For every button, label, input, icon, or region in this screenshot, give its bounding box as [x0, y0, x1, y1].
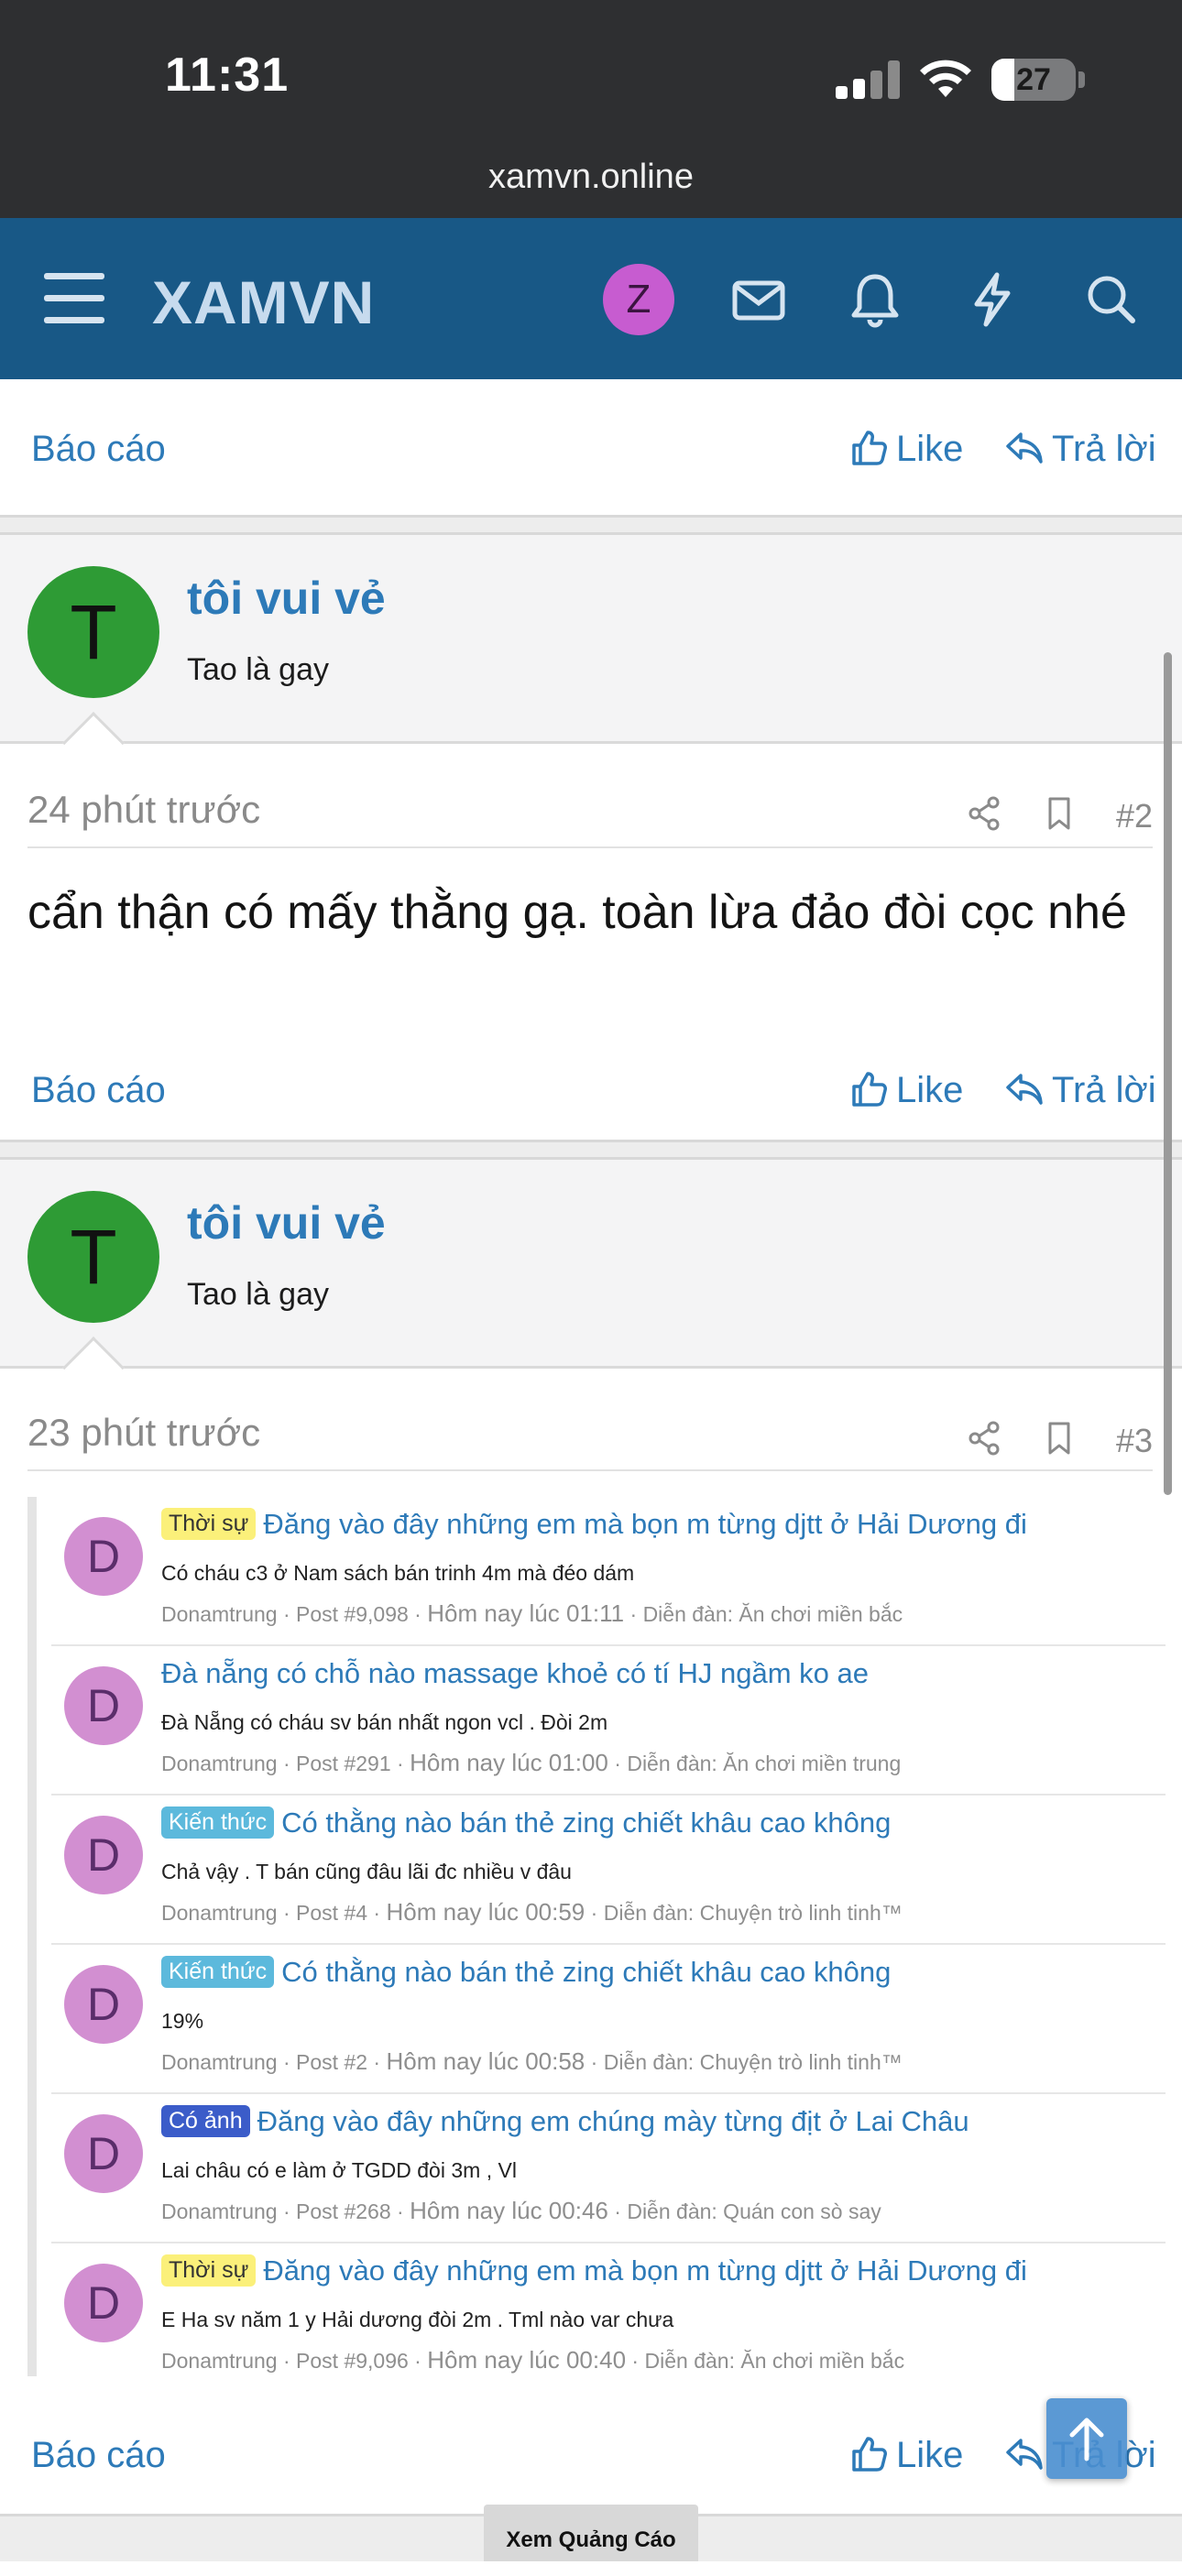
post-snippet: Đà Nẵng có cháu sv bán nhất ngon vcl . Đ… — [161, 1710, 608, 1734]
post-separator — [0, 1140, 1182, 1160]
thread-title[interactable]: Thời sự Đăng vào đây những em mà bọn m từ… — [161, 2254, 1027, 2287]
thumbs-up-icon — [852, 1072, 887, 1107]
clock: 11:31 — [165, 49, 290, 102]
post-actions: Báo cáo Like Trả lời — [31, 1070, 1156, 1111]
post-number[interactable]: #3 — [1116, 1422, 1153, 1460]
list-item[interactable]: D Kiến thức Có thằng nào bán thẻ zing chi… — [51, 1945, 1166, 2094]
list-item[interactable]: D Thời sự Đăng vào đây những em mà bọn m … — [51, 1497, 1166, 1646]
thread-prefix: Kiến thức — [161, 1956, 275, 1988]
list-item[interactable]: D Có ảnh Đăng vào đây những em chúng mày … — [51, 2094, 1166, 2243]
post-snippet: E Ha sv năm 1 y Hải dương đòi 2m . Tml n… — [161, 2308, 674, 2331]
cellular-signal-icon — [836, 60, 900, 99]
thread-title[interactable]: Có ảnh Đăng vào đây những em chúng mày từ… — [161, 2105, 969, 2138]
search-icon[interactable] — [1079, 267, 1144, 332]
post-time[interactable]: 23 phút trước — [27, 1411, 260, 1455]
bell-icon[interactable] — [843, 267, 907, 332]
account-avatar[interactable]: Z — [603, 264, 674, 335]
reply-icon — [1006, 1074, 1043, 1105]
post-actions: Báo cáo Like Trả lời — [31, 2435, 1156, 2476]
member-avatar[interactable]: D — [64, 1816, 143, 1894]
share-icon[interactable] — [964, 793, 1004, 834]
bookmark-icon[interactable] — [1039, 793, 1079, 834]
menu-icon[interactable] — [44, 271, 104, 326]
user-name[interactable]: tôi vui vẻ — [187, 572, 386, 625]
member-avatar[interactable]: D — [64, 1666, 143, 1745]
post-meta: Donamtrung · Post #4 · Hôm nay lúc 00:59… — [161, 1898, 903, 1926]
report-link[interactable]: Báo cáo — [31, 429, 166, 470]
report-link[interactable]: Báo cáo — [31, 1070, 166, 1111]
post-meta: Donamtrung · Post #9,096 · Hôm nay lúc 0… — [161, 2346, 905, 2374]
battery-icon: 27 — [991, 59, 1076, 101]
user-name[interactable]: tôi vui vẻ — [187, 1196, 386, 1250]
thread-prefix: Thời sự — [161, 1508, 257, 1540]
user-title: Tao là gay — [187, 652, 329, 687]
thread-prefix: Thời sự — [161, 2254, 257, 2287]
bookmark-icon[interactable] — [1039, 1418, 1079, 1458]
mail-icon[interactable] — [727, 267, 791, 332]
site-logo[interactable]: XAMVN — [152, 267, 375, 337]
wifi-icon — [920, 60, 971, 97]
user-title: Tao là gay — [187, 1277, 329, 1312]
status-bar: 11:31 27 xamvn.online — [0, 0, 1182, 218]
user-avatar[interactable]: T — [27, 1191, 159, 1323]
thread-title[interactable]: Thời sự Đăng vào đây những em mà bọn m từ… — [161, 1508, 1027, 1541]
address-bar[interactable]: xamvn.online — [0, 158, 1182, 197]
post-snippet: Chả vậy . T bán cũng đâu lãi đc nhiều v … — [161, 1860, 572, 1883]
member-avatar[interactable]: D — [64, 1517, 143, 1596]
thread-title[interactable]: Kiến thức Có thằng nào bán thẻ zing chiết… — [161, 1806, 891, 1839]
list-item[interactable]: D Đà nẵng có chỗ nào massage khoẻ có tí … — [51, 1646, 1166, 1796]
lightning-icon[interactable] — [960, 267, 1024, 332]
thumbs-up-icon — [852, 431, 887, 465]
post-snippet: 19% — [161, 2009, 204, 2033]
embedded-activity-list: D Thời sự Đăng vào đây những em mà bọn m … — [27, 1497, 1166, 2376]
post-body: cẩn thận có mấy thằng gạ. toàn lừa đảo đ… — [27, 886, 1127, 939]
reply-icon — [1006, 432, 1043, 464]
thread-title[interactable]: Kiến thức Có thằng nào bán thẻ zing chiết… — [161, 1956, 891, 1989]
post-user-block: T tôi vui vẻ Tao là gay — [0, 535, 1182, 774]
post-1-footer: Báo cáo Like Trả lời — [0, 379, 1182, 517]
post-actions: Báo cáo Like Trả lời — [31, 429, 1156, 470]
reply-icon — [1006, 2439, 1043, 2470]
post-meta: Donamtrung · Post #9,098 · Hôm nay lúc 0… — [161, 1599, 903, 1627]
post-separator — [0, 515, 1182, 535]
view-ad-button[interactable]: Xem Quảng Cáo — [484, 2505, 698, 2561]
thread-prefix: Kiến thức — [161, 1806, 275, 1839]
post-meta: Donamtrung · Post #268 · Hôm nay lúc 00:… — [161, 2197, 881, 2224]
post-user-block: T tôi vui vẻ Tao là gay — [0, 1160, 1182, 1399]
post-snippet: Lai châu có e làm ở TGDD đòi 3m , Vl — [161, 2158, 517, 2182]
arrow-up-icon — [1069, 2418, 1104, 2461]
thumbs-up-icon — [852, 2437, 887, 2472]
member-avatar[interactable]: D — [64, 1965, 143, 2044]
battery-level: 27 — [1016, 62, 1051, 97]
list-item[interactable]: D Thời sự Đăng vào đây những em mà bọn m … — [51, 2243, 1166, 2393]
list-item[interactable]: D Kiến thức Có thằng nào bán thẻ zing chi… — [51, 1796, 1166, 1945]
user-avatar[interactable]: T — [27, 566, 159, 698]
thread-prefix: Có ảnh — [161, 2105, 250, 2137]
scroll-to-top-button[interactable] — [1046, 2398, 1127, 2479]
post-snippet: Có cháu c3 ở Nam sách bán trinh 4m mà đé… — [161, 1561, 635, 1585]
report-link[interactable]: Báo cáo — [31, 2435, 166, 2476]
thread-title[interactable]: Đà nẵng có chỗ nào massage khoẻ có tí HJ… — [161, 1657, 869, 1690]
post-number[interactable]: #2 — [1116, 797, 1153, 835]
post-2: T tôi vui vẻ Tao là gay 24 phút trước #2… — [0, 535, 1182, 1140]
post-meta: Donamtrung · Post #2 · Hôm nay lúc 00:58… — [161, 2047, 903, 2075]
share-icon[interactable] — [964, 1418, 1004, 1458]
post-time[interactable]: 24 phút trước — [27, 788, 260, 832]
site-header: XAMVN Z — [0, 218, 1182, 379]
scrollbar[interactable] — [1164, 652, 1172, 1495]
member-avatar[interactable]: D — [64, 2114, 143, 2193]
member-avatar[interactable]: D — [64, 2264, 143, 2342]
post-meta: Donamtrung · Post #291 · Hôm nay lúc 01:… — [161, 1749, 902, 1776]
